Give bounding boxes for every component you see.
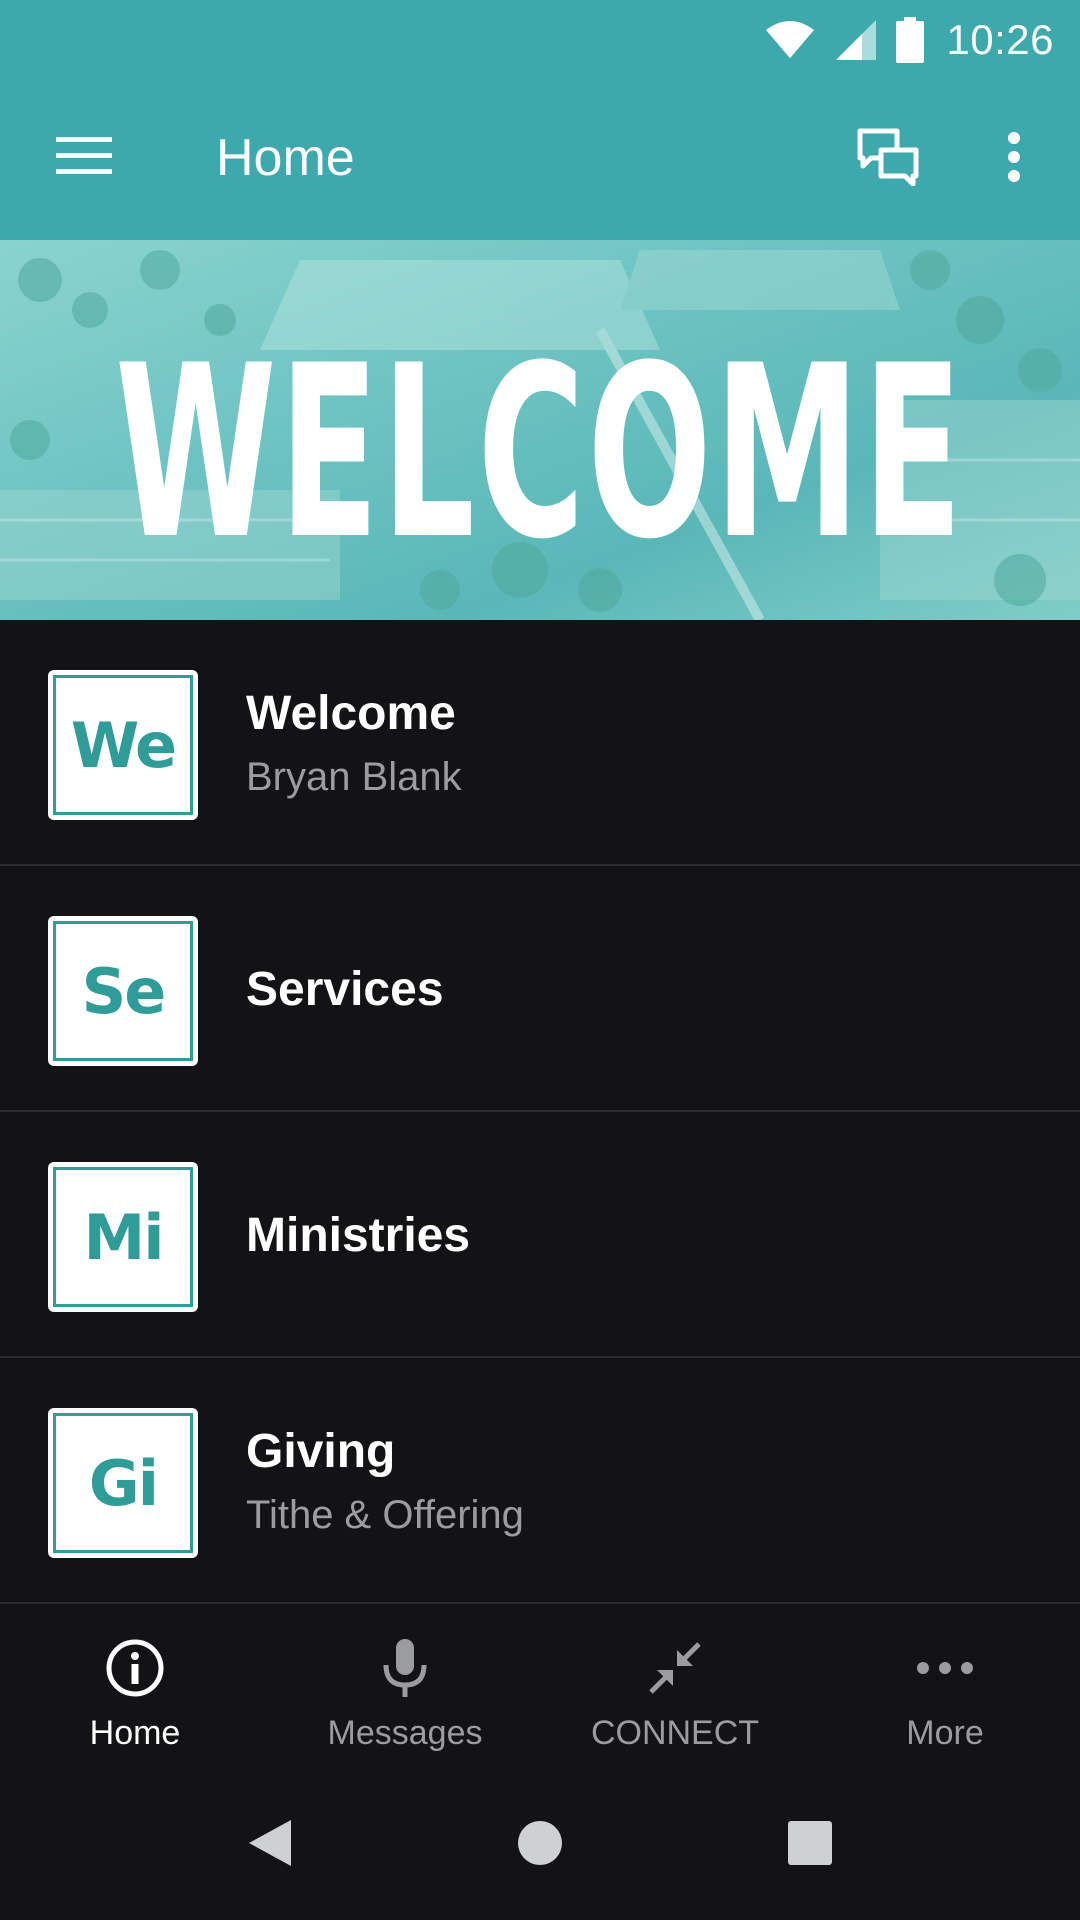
home-list: We Welcome Bryan Blank Se Services Mi Mi… (0, 620, 1080, 1604)
tab-messages[interactable]: Messages (270, 1606, 540, 1770)
tab-home[interactable]: Home (0, 1606, 270, 1770)
thumbnail-abbr: Mi (83, 1200, 165, 1274)
thumbnail-abbr: We (70, 708, 177, 782)
recents-button[interactable] (760, 1795, 860, 1895)
more-vert-icon (1006, 131, 1022, 187)
list-item-title: Ministries (246, 1208, 471, 1262)
banner-title-text: WELCOME (115, 315, 965, 592)
thumbnail-abbr: Se (81, 954, 167, 1028)
list-item-subtitle: Tithe & Offering (246, 1493, 524, 1537)
welcome-banner[interactable]: WELCOME (0, 240, 1080, 620)
status-time: 10:26 (946, 16, 1054, 63)
list-item-giving[interactable]: Gi Giving Tithe & Offering (0, 1358, 1080, 1604)
list-item-thumbnail: Gi (48, 1408, 198, 1558)
hamburger-menu-icon (56, 135, 112, 180)
list-item-ministries[interactable]: Mi Ministries (0, 1112, 1080, 1358)
page-title: Home (216, 129, 355, 187)
battery-icon (896, 17, 925, 63)
thumbnail-abbr: Gi (88, 1446, 159, 1520)
list-item-title: Giving (246, 1425, 396, 1478)
chat-bubbles-icon (857, 128, 919, 191)
list-item-welcome[interactable]: We Welcome Bryan Blank (0, 620, 1080, 866)
tab-label: CONNECT (590, 1714, 760, 1752)
wifi-icon (764, 20, 816, 60)
list-item-thumbnail: We (48, 670, 198, 820)
microphone-icon (381, 1636, 429, 1700)
home-circle-icon (517, 1820, 563, 1871)
more-horiz-icon (915, 1636, 975, 1700)
banner-title: WELCOME (0, 240, 1080, 620)
home-button[interactable] (490, 1795, 590, 1895)
list-item-thumbnail: Se (48, 916, 198, 1066)
list-item-title: Services (246, 962, 444, 1016)
app-bar: Home (0, 80, 1080, 240)
chat-button[interactable] (846, 120, 930, 198)
tab-label: Home (89, 1714, 181, 1752)
status-bar: 10:26 (0, 0, 1080, 80)
tab-more[interactable]: More (810, 1606, 1080, 1770)
back-icon (247, 1818, 293, 1873)
compress-arrows-icon (647, 1636, 703, 1700)
overflow-menu-button[interactable] (984, 120, 1044, 198)
recents-icon (787, 1820, 833, 1871)
back-button[interactable] (220, 1795, 320, 1895)
tab-label: Messages (327, 1714, 483, 1752)
list-item-subtitle: Bryan Blank (246, 755, 462, 799)
menu-button[interactable] (40, 120, 128, 194)
info-icon (105, 1636, 165, 1700)
signal-icon (834, 18, 878, 62)
list-item-services[interactable]: Se Services (0, 866, 1080, 1112)
tab-label: More (906, 1714, 984, 1752)
tab-connect[interactable]: CONNECT (540, 1606, 810, 1770)
system-navigation-bar (0, 1770, 1080, 1920)
bottom-navigation: Home Messages CONNECT More (0, 1606, 1080, 1770)
list-item-thumbnail: Mi (48, 1162, 198, 1312)
list-item-title: Welcome (246, 687, 456, 740)
